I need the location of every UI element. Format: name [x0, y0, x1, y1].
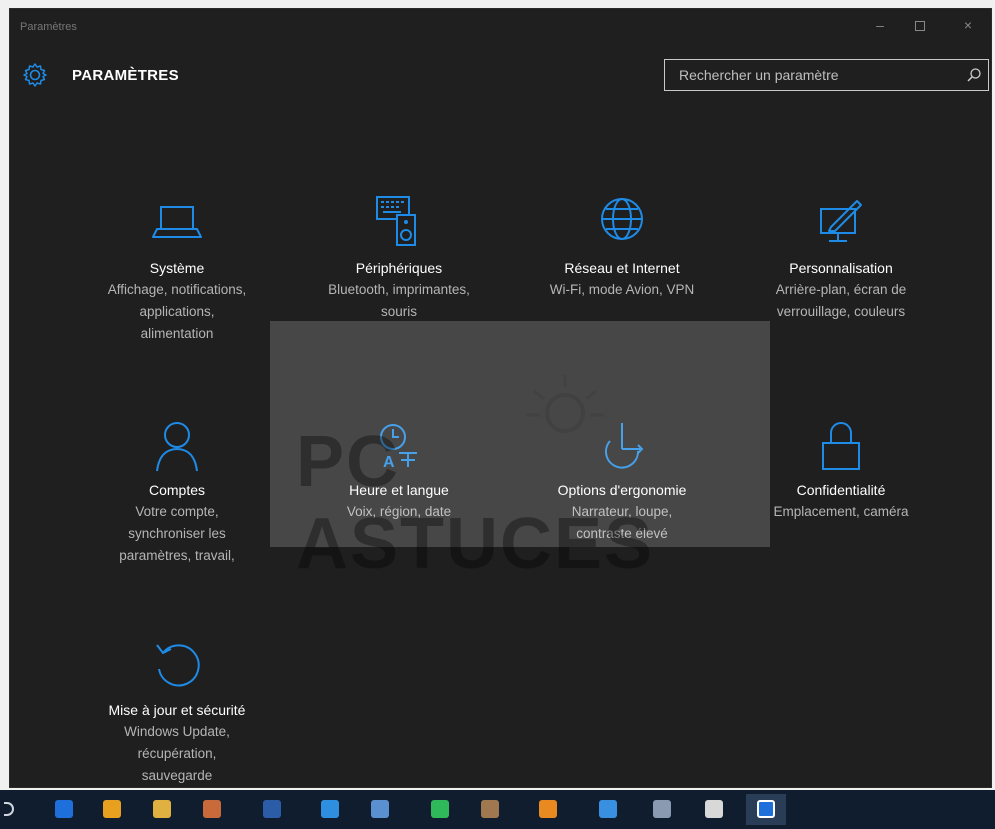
minimize-button[interactable]: – [865, 17, 895, 37]
tile-name: Périphériques [355, 260, 443, 276]
clock-language-icon: A [380, 424, 417, 471]
taskbar [0, 790, 995, 829]
settings-icon [757, 800, 775, 818]
taskbar-vlc[interactable] [528, 794, 568, 825]
taskbar-settings[interactable] [746, 794, 786, 825]
taskbar-word[interactable] [252, 794, 292, 825]
search-icon[interactable] [966, 67, 982, 83]
ease-of-access-icon [605, 423, 644, 469]
tile-name: Personnalisation [789, 260, 893, 276]
internet-explorer-icon [599, 800, 617, 818]
word-icon [263, 800, 281, 818]
tile-description: Emplacement, caméra [773, 504, 909, 519]
paint-icon [820, 200, 862, 242]
taskbar-paint-app[interactable] [192, 794, 232, 825]
tile-name: Confidentialité [796, 482, 886, 498]
spotify-icon [431, 800, 449, 818]
user-icon [156, 422, 198, 472]
tile-name: Système [149, 260, 205, 276]
box-icon [705, 800, 723, 818]
tile-description: Wi-Fi, mode Avion, VPN [549, 282, 695, 297]
lock-icon [822, 422, 860, 470]
tile-description: Windows Update, récupération, sauvegarde [124, 724, 230, 783]
page-title: PARAMÈTRES [72, 67, 179, 84]
taskbar-screenshot[interactable] [642, 794, 682, 825]
tile-description: Voix, région, date [346, 504, 452, 519]
tile-ergonomie[interactable]: Options d'ergonomie Narrateur, loupe, con… [522, 415, 722, 545]
paint-app-icon [203, 800, 221, 818]
taskbar-spotify[interactable] [420, 794, 460, 825]
svg-text:A: A [383, 454, 395, 471]
devices-icon [376, 196, 416, 246]
update-icon [156, 644, 200, 687]
tile-description: Votre compte, synchroniser les paramètres,… [119, 504, 235, 563]
header: PARAMÈTRES [10, 59, 991, 99]
tile-name: Comptes [148, 482, 206, 498]
taskbar-file-explorer[interactable] [142, 794, 182, 825]
file-explorer-icon [153, 800, 171, 818]
search-box[interactable] [664, 59, 989, 91]
vlc-icon [539, 800, 557, 818]
taskbar-box[interactable] [694, 794, 734, 825]
window-title: Paramètres [20, 21, 77, 33]
task-view-button[interactable] [0, 794, 20, 825]
maximize-button[interactable] [905, 17, 935, 37]
edge-icon [55, 800, 73, 818]
title-bar: Paramètres – × [10, 9, 991, 43]
gear-icon [23, 63, 47, 87]
settings-window: Paramètres – × PARAMÈTRES Système Affich… [9, 8, 992, 788]
tile-peripheriques[interactable]: Périphériques Bluetooth, imprimantes, sou… [299, 193, 499, 323]
tile-description: Bluetooth, imprimantes, souris [328, 282, 470, 319]
tile-description: Arrière-plan, écran de verrouillage, coul… [775, 282, 907, 319]
taskbar-chrome[interactable] [92, 794, 132, 825]
tile-name: Réseau et Internet [564, 260, 680, 276]
taskbar-edge[interactable] [44, 794, 84, 825]
screenshot-icon [653, 800, 671, 818]
tile-systeme[interactable]: Système Affichage, notifications, applica… [77, 193, 277, 345]
taskbar-app[interactable] [360, 794, 400, 825]
tile-description: Affichage, notifications, applications, al… [107, 282, 247, 341]
tile-name: Options d'ergonomie [557, 482, 687, 498]
tile-name: Heure et langue [349, 482, 449, 498]
tile-mise-a-jour[interactable]: Mise à jour et sécurité Windows Update, r… [77, 635, 277, 787]
laptop-icon [152, 206, 202, 238]
search-input[interactable] [665, 60, 988, 90]
app-icon [371, 800, 389, 818]
tile-name: Mise à jour et sécurité [108, 702, 246, 718]
chrome-icon [103, 800, 121, 818]
close-button[interactable]: × [953, 17, 983, 37]
tile-personnalisation[interactable]: Personnalisation Arrière-plan, écran de v… [741, 193, 941, 323]
media-icon [481, 800, 499, 818]
tile-heure-langue[interactable]: A Heure et langue Voix, région, date [299, 415, 499, 523]
dropbox-icon [321, 800, 339, 818]
tile-comptes[interactable]: Comptes Votre compte, synchroniser les par… [77, 415, 277, 567]
tile-description: Narrateur, loupe, contraste élevé [571, 504, 673, 541]
taskbar-media[interactable] [470, 794, 510, 825]
tile-reseau[interactable]: Réseau et Internet Wi-Fi, mode Avion, VP… [522, 193, 722, 301]
taskbar-internet-explorer[interactable] [588, 794, 628, 825]
taskbar-dropbox[interactable] [310, 794, 350, 825]
globe-icon [601, 198, 643, 240]
tile-confidentialite[interactable]: Confidentialité Emplacement, caméra [741, 415, 941, 523]
